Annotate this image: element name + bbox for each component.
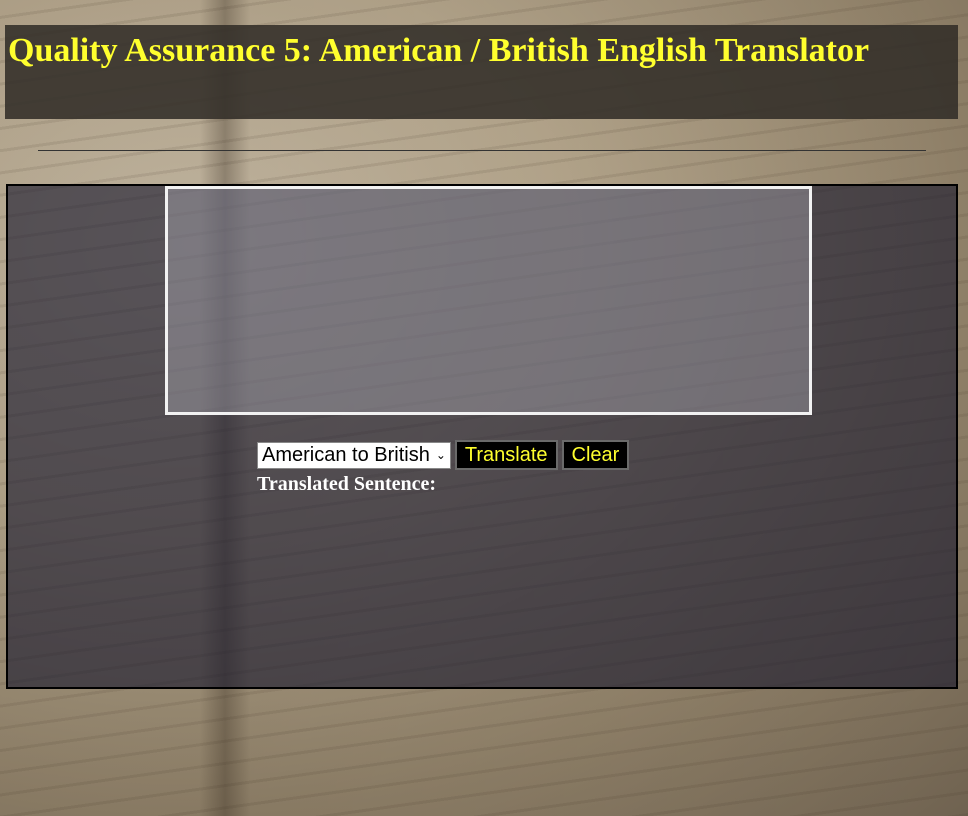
translated-sentence-label: Translated Sentence: <box>257 473 437 495</box>
header-bar: Quality Assurance 5: American / British … <box>5 25 958 119</box>
chevron-down-icon: ⌄ <box>435 448 446 462</box>
header-divider <box>38 150 926 151</box>
clear-button[interactable]: Clear <box>561 440 630 470</box>
locale-select-value: American to British <box>262 443 430 466</box>
controls-row: American to British ⌄ Translate Clear <box>257 440 630 470</box>
page-title: Quality Assurance 5: American / British … <box>8 32 870 69</box>
translated-sentence-output <box>257 500 812 520</box>
translate-button[interactable]: Translate <box>454 440 558 470</box>
text-input[interactable] <box>165 186 812 415</box>
locale-select[interactable]: American to British ⌄ <box>257 441 451 469</box>
